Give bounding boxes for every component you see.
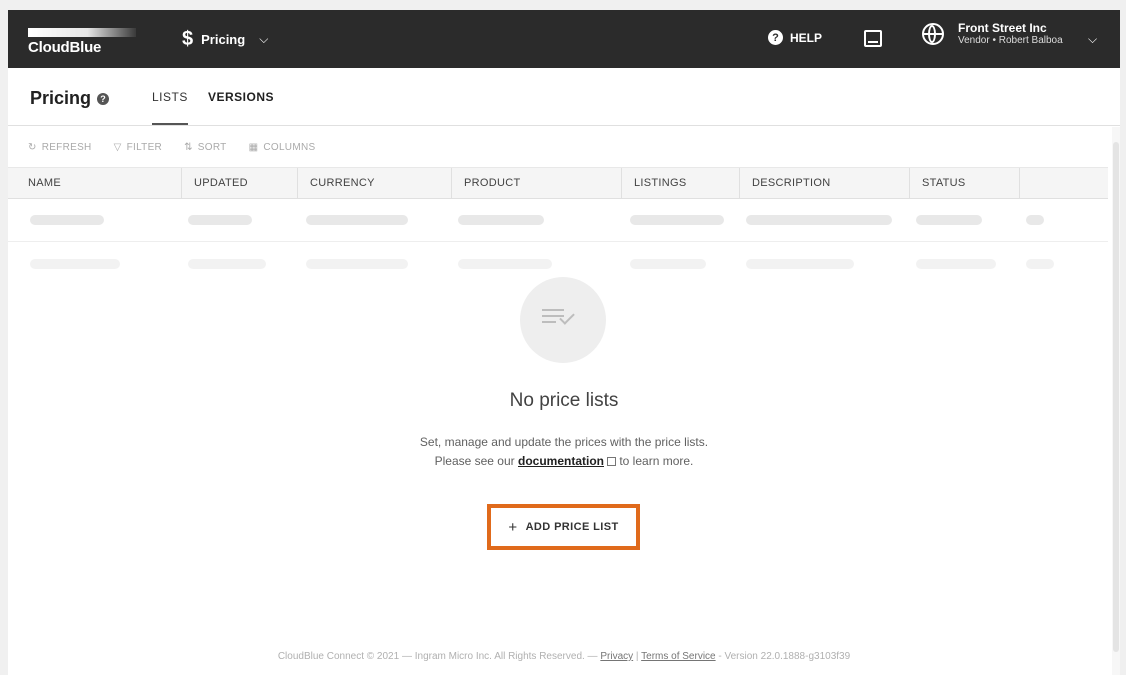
help-icon: ? [768, 30, 783, 45]
logo-bar [28, 28, 136, 37]
skeleton-bar [30, 215, 104, 225]
skeleton-bar [916, 259, 996, 269]
skeleton-bar [916, 215, 982, 225]
account-name: Front Street Inc [958, 21, 1047, 35]
documentation-link[interactable]: documentation [518, 454, 604, 468]
skeleton-bar [306, 215, 408, 225]
add-price-list-highlight: + ADD PRICE LIST [487, 504, 640, 550]
filter-button[interactable]: ▽ FILTER [114, 142, 163, 153]
tab-versions[interactable]: VERSIONS [208, 90, 274, 104]
column-header-status[interactable]: STATUS [910, 168, 1020, 199]
module-name: Pricing [201, 32, 246, 47]
table-toolbar: ↻ REFRESH ▽ FILTER ⇅ SORT ▦ COLUMNS [8, 127, 1108, 168]
page-title: Pricing ? [30, 88, 110, 109]
dollar-icon: $ [182, 28, 194, 50]
page-title-text: Pricing [30, 88, 92, 108]
info-icon[interactable]: ? [97, 92, 110, 105]
column-header-currency[interactable]: CURRENCY [298, 168, 452, 199]
sort-button[interactable]: ⇅ SORT [184, 142, 227, 153]
empty-desc-line2: Please see our documentation to learn mo… [434, 454, 694, 468]
column-header-product[interactable]: PRODUCT [452, 168, 622, 199]
table-header: NAME UPDATED CURRENCY PRODUCT LISTINGS D… [8, 168, 1108, 199]
add-price-list-button[interactable]: + ADD PRICE LIST [508, 519, 618, 536]
page-header: Pricing ? LISTS VERSIONS [8, 68, 1120, 126]
skeleton-bar [1026, 215, 1044, 225]
account-switcher[interactable]: Front Street Inc Vendor • Robert Balboa [922, 21, 1063, 47]
skeleton-bar [458, 259, 552, 269]
columns-icon: ▦ [248, 141, 259, 153]
external-link-icon [607, 457, 616, 466]
columns-button[interactable]: ▦ COLUMNS [249, 142, 316, 153]
logo-text: CloudBlue [28, 39, 102, 56]
skeleton-bar [630, 215, 724, 225]
skeleton-row [8, 199, 1108, 242]
skeleton-bar [188, 259, 266, 269]
empty-state-title: No price lists [509, 390, 619, 411]
filter-icon: ▽ [113, 141, 122, 153]
help-label: HELP [790, 30, 823, 45]
top-navigation-bar: CloudBlue $ Pricing ⌵ ? HELP Front Stree… [8, 10, 1120, 68]
column-header-description[interactable]: DESCRIPTION [740, 168, 910, 199]
skeleton-bar [188, 215, 252, 225]
footer: CloudBlue Connect © 2021 — Ingram Micro … [277, 651, 851, 662]
cloudblue-logo[interactable]: CloudBlue [28, 22, 138, 56]
column-header-name[interactable]: NAME [16, 168, 182, 199]
skeleton-bar [30, 259, 120, 269]
column-header-listings[interactable]: LISTINGS [622, 168, 740, 199]
scrollbar-thumb[interactable] [1113, 142, 1119, 652]
skeleton-bar [306, 259, 408, 269]
refresh-button[interactable]: ↻ REFRESH [28, 142, 92, 153]
skeleton-bar [1026, 259, 1054, 269]
tab-lists[interactable]: LISTS [152, 90, 188, 104]
empty-state-description: Set, manage and update the prices with t… [8, 433, 1120, 471]
module-switcher[interactable]: $ Pricing ⌵ [182, 28, 268, 51]
chevron-down-icon: ⌵ [259, 32, 269, 46]
terms-of-service-link[interactable]: Terms of Service [641, 651, 715, 662]
skeleton-bar [630, 259, 706, 269]
plus-icon: + [508, 518, 518, 536]
column-header-updated[interactable]: UPDATED [182, 168, 298, 199]
account-chevron-down-icon[interactable]: ⌵ [1088, 32, 1097, 47]
account-role: Vendor • Robert Balboa [958, 35, 1063, 47]
skeleton-bar [458, 215, 544, 225]
help-button[interactable]: ? HELP [768, 30, 822, 45]
app-page: CloudBlue $ Pricing ⌵ ? HELP Front Stree… [8, 10, 1120, 675]
skeleton-bar [746, 215, 892, 225]
sort-icon: ⇅ [184, 141, 193, 153]
refresh-icon: ↻ [28, 141, 37, 153]
privacy-link[interactable]: Privacy [600, 651, 633, 662]
skeleton-bar [746, 259, 854, 269]
empty-desc-line1: Set, manage and update the prices with t… [419, 435, 709, 449]
empty-state-illustration [520, 277, 606, 363]
globe-icon [922, 23, 944, 46]
active-tab-indicator [152, 123, 188, 125]
inbox-icon[interactable] [864, 30, 882, 47]
